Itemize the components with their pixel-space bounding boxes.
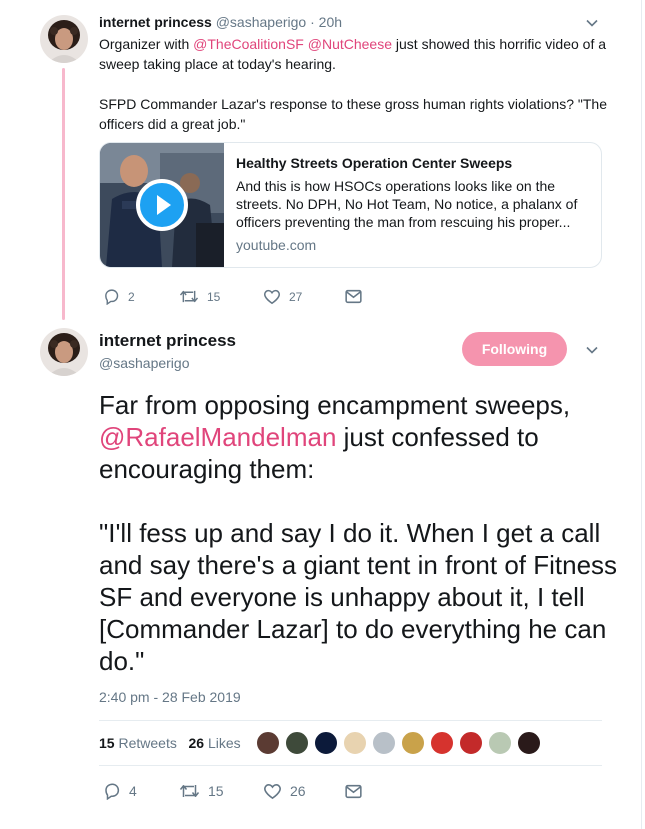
text-segment: Organizer with [99,36,194,52]
reply-icon [105,783,120,800]
retweet-count: 15 [208,783,224,799]
card-domain: youtube.com [236,237,317,253]
liker-avatar[interactable] [314,731,338,755]
tweet-time[interactable]: 20h [319,14,342,30]
retweet-icon [179,785,200,797]
quote-paragraph: "I'll fess up and say I do it. When I ge… [99,518,618,676]
retweet-button[interactable]: 15 [179,782,263,800]
text-paragraph: SFPD Commander Lazar's response to these… [99,96,607,132]
like-button[interactable]: 27 [263,288,345,305]
retweets-stat-count: 15 [99,735,115,751]
mention-link[interactable]: @RafaelMandelman [99,422,336,452]
reply-button[interactable]: 2 [103,288,179,305]
play-icon [157,195,171,215]
liker-avatar[interactable] [488,731,512,755]
reply-count: 2 [128,289,135,304]
dm-button[interactable] [345,289,362,304]
retweets-stat-label: Retweets [118,735,177,751]
play-button[interactable] [136,179,188,231]
tweet-timestamp[interactable]: 2:40 pm - 28 Feb 2019 [99,689,241,705]
retweet-icon [179,290,199,303]
chevron-down-icon[interactable] [586,346,598,354]
tweet-thread: internet princess @sashaperigo · 20h Org… [0,0,642,829]
tweet-actions: 4 15 26 [103,782,362,800]
mention-link[interactable]: @TheCoalitionSF [193,36,304,52]
avatar[interactable] [40,15,88,63]
retweets-stat[interactable]: 15 Retweets [99,735,177,751]
text-segment: Far from opposing encampment sweeps, [99,390,571,420]
liker-avatar[interactable] [517,731,541,755]
like-count: 27 [289,289,303,304]
tweet-text: Far from opposing encampment sweeps, @Ra… [99,389,619,677]
video-thumbnail[interactable] [100,143,224,267]
like-button[interactable]: 26 [263,782,345,800]
reply-icon [105,289,119,305]
tweet-stats: 15 Retweets 26 Likes [99,735,241,751]
user-handle[interactable]: @sashaperigo [216,14,307,30]
display-name[interactable]: internet princess [99,14,212,30]
link-card[interactable]: Healthy Streets Operation Center Sweeps … [99,142,602,268]
envelope-icon [345,784,362,798]
display-name[interactable]: internet princess [99,331,236,351]
liker-avatar[interactable] [430,731,454,755]
card-description: And this is how HSOCs operations looks l… [236,178,578,230]
tweet-text: Organizer with @TheCoalitionSF @NutChees… [99,34,609,134]
liker-avatars [256,731,546,755]
liker-avatar[interactable] [285,731,309,755]
avatar[interactable] [40,328,88,376]
divider [99,765,602,766]
thread-connector [62,68,65,320]
card-title[interactable]: Healthy Streets Operation Center Sweeps [236,154,586,173]
likes-stat-count: 26 [188,735,205,751]
following-button[interactable]: Following [462,332,567,366]
separator: · [310,14,315,30]
card-body: Healthy Streets Operation Center Sweeps … [224,143,598,267]
liker-avatar[interactable] [459,731,483,755]
retweet-count: 15 [207,289,221,304]
user-handle[interactable]: @sashaperigo [99,355,190,371]
retweet-button[interactable]: 15 [179,288,263,305]
heart-icon [264,289,280,305]
liker-avatar[interactable] [256,731,280,755]
likes-stat[interactable]: 26 Likes [189,735,241,751]
divider [99,720,602,721]
likes-stat-label: Likes [207,735,241,751]
tweet-actions: 2 15 27 [103,288,362,305]
liker-avatar[interactable] [343,731,367,755]
liker-avatar[interactable] [372,731,396,755]
tweet-header: internet princess @sashaperigo · 20h [99,13,342,31]
dm-button[interactable] [345,784,362,799]
reply-count: 4 [129,783,137,799]
envelope-icon [345,289,362,304]
mention-link[interactable]: @NutCheese [308,36,392,52]
liker-avatar[interactable] [401,731,425,755]
heart-icon [264,784,281,800]
reply-button[interactable]: 4 [103,782,179,800]
chevron-down-icon[interactable] [586,19,598,27]
like-count: 26 [290,783,306,799]
